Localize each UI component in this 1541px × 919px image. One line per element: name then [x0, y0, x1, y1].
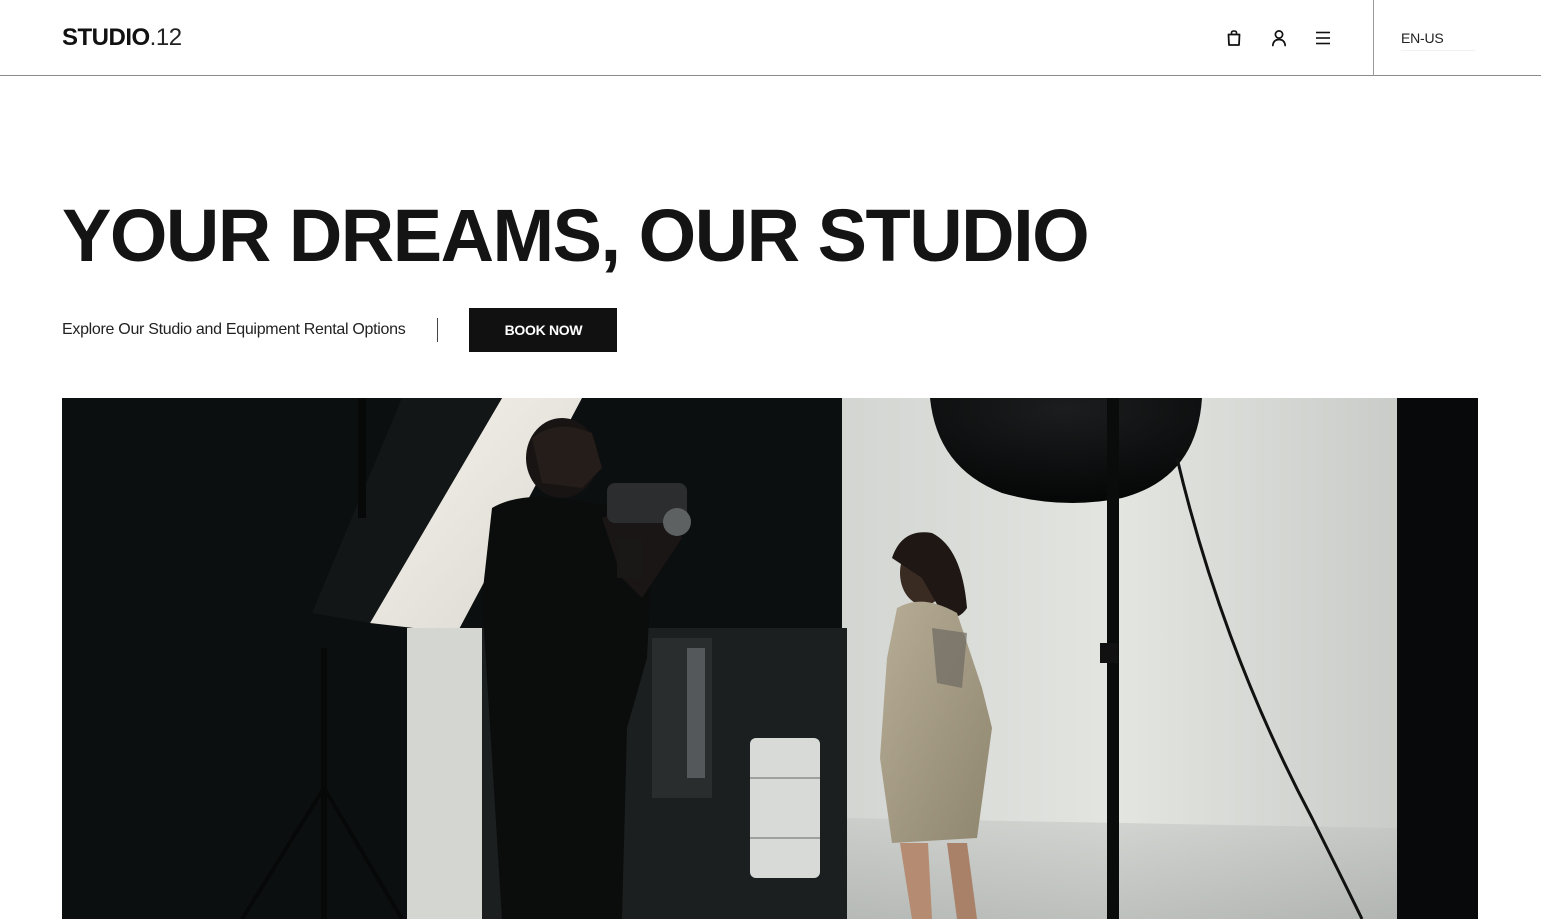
menu-icon — [1316, 31, 1330, 45]
shopping-bag-icon — [1227, 30, 1241, 46]
studio-photoshoot-image — [62, 398, 1478, 919]
logo-text-bold: STUDIO — [62, 24, 150, 51]
subline-divider — [437, 318, 439, 342]
hero-subline: Explore Our Studio and Equipment Rental … — [62, 308, 618, 352]
account-button[interactable] — [1267, 26, 1291, 50]
header-divider — [1373, 0, 1374, 76]
book-now-button[interactable]: BOOK NOW — [469, 308, 618, 352]
menu-button[interactable] — [1311, 26, 1335, 50]
cart-button[interactable] — [1222, 26, 1246, 50]
hero-photo — [62, 398, 1478, 919]
logo-text-light: .12 — [149, 24, 182, 51]
hero-subtitle: Explore Our Studio and Equipment Rental … — [62, 321, 406, 338]
language-selector[interactable]: EN-US — [1401, 30, 1475, 51]
user-icon — [1271, 30, 1287, 47]
logo[interactable]: STUDIO.12 — [62, 24, 182, 52]
hero-title: YOUR DREAMS, OUR STUDIO — [62, 194, 1090, 277]
site-header: STUDIO.12 EN-US — [0, 0, 1541, 76]
